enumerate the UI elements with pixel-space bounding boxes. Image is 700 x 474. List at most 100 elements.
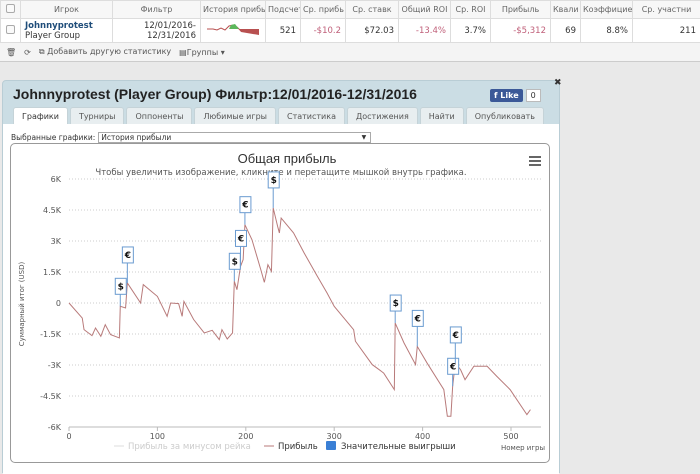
big-win-symbol: € [452,331,459,341]
like-button[interactable]: f Like [490,89,523,102]
col-avg-field[interactable]: Ср. участни [633,1,700,19]
y-tick-label: 4.5K [43,206,62,215]
groups-label: Группы [187,48,218,57]
dialog-tabs: Графики Турниры Оппоненты Любимые игры С… [13,107,544,124]
col-filter[interactable]: Фильтр [113,1,201,19]
x-tick-label: 500 [503,432,518,441]
legend: Прибыль за минусом рейка Прибыль Значите… [114,441,456,452]
col-history[interactable]: История прибы [201,1,266,19]
tab-opponents[interactable]: Оппоненты [126,107,192,124]
tab-tournaments[interactable]: Турниры [70,107,125,124]
dialog-title: Johnnyprotest (Player Group) Фильтр:12/0… [13,86,417,102]
big-win-symbol: $ [232,257,238,267]
chart-container: Общая прибыль Чтобы увеличить изображени… [10,143,550,463]
col-total-roi[interactable]: Общий ROI [399,1,451,19]
col-player[interactable]: Игрок [21,1,113,19]
big-win-flag[interactable]: $ [268,172,279,208]
big-win-symbol: $ [118,282,124,292]
chart-subtitle: Чтобы увеличить изображение, кликните и … [95,168,466,178]
chart-title: Общая прибыль [238,151,337,166]
chart-select-label: Выбранные графики: [11,133,95,142]
x-tick-label: 400 [415,432,430,441]
big-win-flag[interactable]: € [448,358,459,386]
profit-line[interactable] [69,208,530,416]
y-tick-label: 0 [56,299,61,308]
tab-find[interactable]: Найти [420,107,464,124]
legend-item-big-wins[interactable]: Значительные выигрыши [326,441,456,452]
y-tick-label: 6K [51,175,62,184]
profit-chart[interactable]: Общая прибыль Чтобы увеличить изображени… [11,144,551,464]
big-win-symbol: $ [271,176,277,186]
legend-label-rake: Прибыль за минусом рейка [128,442,251,452]
big-win-flag[interactable]: € [240,197,251,225]
col-count[interactable]: Подсчет [266,1,301,19]
avg-stake-value: $72.03 [346,19,399,43]
stats-panel: Игрок Фильтр История прибы Подсчет Ср. п… [0,0,700,62]
big-win-symbol: € [241,201,248,211]
row-checkbox[interactable] [1,19,21,43]
y-tick-label: -6K [48,423,62,432]
player-link[interactable]: Johnnyprotest [25,21,108,31]
player-group: Player Group [25,31,80,41]
x-axis-label: Номер игры [501,444,545,452]
big-win-flag[interactable]: $ [115,278,126,306]
x-tick-label: 200 [238,432,253,441]
ratio-value: 8.8% [581,19,633,43]
total-roi-value: -13.4% [399,19,451,43]
x-tick-label: 100 [150,432,165,441]
big-win-symbol: € [449,362,456,372]
count-value: 521 [266,19,301,43]
legend-item-profit[interactable]: Прибыль [264,442,318,452]
itm-value: 69 [551,19,581,43]
col-profit[interactable]: Прибыль [491,1,551,19]
tab-achievements[interactable]: Достижения [347,107,418,124]
refresh-icon[interactable]: ⟳ [24,48,31,57]
col-avg-profit[interactable]: Ср. прибь [301,1,346,19]
tab-publish[interactable]: Опубликовать [466,107,544,124]
big-win-symbol: € [414,314,421,324]
close-icon[interactable]: ✖ [554,78,562,88]
avg-profit-value: -$10.2 [301,19,346,43]
tab-statistics[interactable]: Статистика [278,107,345,124]
like-count: 0 [526,89,541,102]
add-stat-button[interactable]: ⧉ Добавить другую статистику [39,47,171,57]
y-tick-label: -3K [48,361,62,370]
col-avg-roi[interactable]: Ср. ROI [451,1,491,19]
add-stat-label: Добавить другую статистику [47,47,171,56]
big-win-flag[interactable]: € [450,327,461,363]
col-ratio[interactable]: Коэффицие [581,1,633,19]
y-tick-label: -1.5K [40,330,62,339]
y-tick-label: 3K [51,237,62,246]
table-toolbar: 🗑 ⟳ ⧉ Добавить другую статистику ▤Группы… [0,43,700,61]
filter-from: 12/01/2016- [117,21,196,31]
menu-icon[interactable] [529,156,541,166]
big-win-flag[interactable]: € [412,310,423,346]
big-win-flag[interactable]: € [122,247,133,283]
table-header: Игрок Фильтр История прибы Подсчет Ср. п… [1,1,700,19]
legend-label-profit: Прибыль [278,442,318,452]
chart-select[interactable]: История прибыли▼ [98,132,371,143]
legend-item-rake[interactable]: Прибыль за минусом рейка [114,442,251,452]
big-win-flag[interactable]: $ [390,295,401,323]
like-label: Like [500,91,518,100]
legend-label-big-wins: Значительные выигрыши [341,442,456,452]
profit-sparkline [201,19,266,43]
col-avg-stake[interactable]: Ср. ставк [346,1,399,19]
groups-button[interactable]: ▤Группы ▾ [179,48,225,57]
trash-icon[interactable]: 🗑 [6,48,16,57]
profit-value: -$5,312 [491,19,551,43]
y-tick-label: 1.5K [43,268,62,277]
big-win-symbol: € [237,234,244,244]
table-row: JohnnyprotestPlayer Group 12/01/2016-12/… [1,19,700,43]
filter-to: 12/31/2016 [147,31,196,41]
x-tick-label: 0 [66,432,71,441]
tab-favorite-games[interactable]: Любимые игры [194,107,276,124]
big-win-symbol: $ [393,299,399,309]
col-itm[interactable]: Квали [551,1,581,19]
dropdown-arrow-icon: ▼ [362,133,367,142]
y-tick-label: -4.5K [40,392,62,401]
avg-roi-value: 3.7% [451,19,491,43]
tab-charts[interactable]: Графики [13,107,68,124]
big-win-symbol: € [124,251,131,261]
select-all-checkbox[interactable] [1,1,21,19]
